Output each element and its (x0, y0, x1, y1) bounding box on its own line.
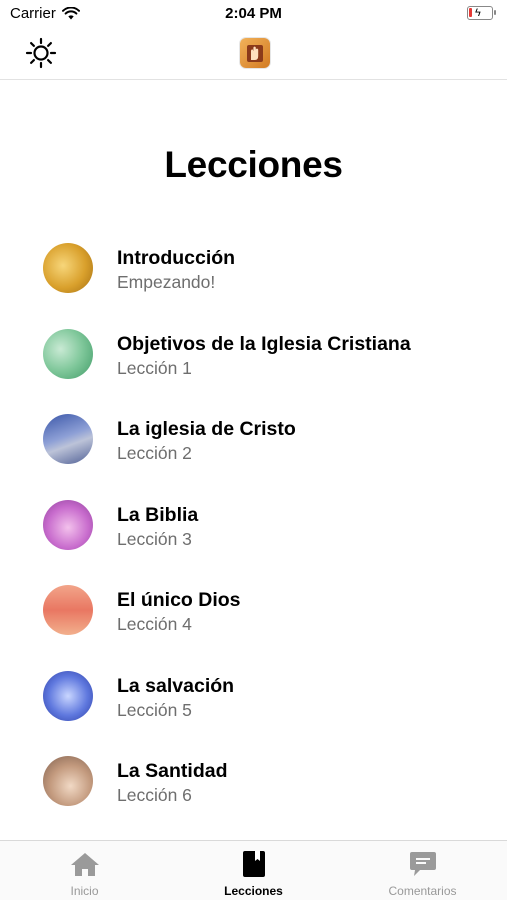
app-logo (240, 38, 270, 68)
charging-bolt-icon: ϟ (475, 7, 481, 19)
lesson-subtitle: Empezando! (117, 272, 216, 292)
lesson-title: Objetivos de la Iglesia Cristiana (117, 332, 411, 355)
lesson-title: La Biblia (117, 503, 199, 526)
lesson-thumbnail (43, 585, 93, 635)
lesson-thumbnail (43, 328, 93, 379)
tab-bar: Inicio Lecciones Comentarios (0, 840, 507, 900)
lesson-subtitle: Lección 4 (117, 614, 192, 634)
lesson-subtitle: Lección 1 (117, 357, 192, 378)
lesson-thumbnail (43, 499, 93, 550)
lesson-item-5[interactable]: La salvación Lección 5 (0, 664, 507, 750)
lesson-title: La Santidad (117, 760, 228, 782)
brightness-icon (25, 37, 57, 69)
raised-hand-icon (247, 45, 263, 62)
lesson-subtitle: Lección 6 (117, 785, 192, 805)
tab-lecciones[interactable]: Lecciones (169, 841, 338, 900)
lesson-title: La iglesia de Cristo (117, 418, 296, 440)
lesson-thumbnail (43, 414, 93, 464)
brightness-button[interactable] (24, 36, 58, 70)
comment-icon (408, 850, 438, 878)
tab-label: Comentarios (388, 884, 457, 898)
lesson-subtitle: Lección 3 (117, 528, 192, 549)
lesson-subtitle: Lección 5 (117, 699, 192, 720)
lesson-title: El único Dios (117, 589, 241, 611)
tab-inicio[interactable]: Inicio (0, 841, 169, 900)
tab-label: Inicio (70, 884, 99, 898)
page-title: Lecciones (164, 144, 343, 185)
lesson-title: Introducción (117, 247, 236, 269)
top-nav (0, 28, 507, 80)
lesson-item-1[interactable]: Objetivos de la Iglesia Cristiana Lecció… (0, 322, 507, 408)
tab-comentarios[interactable]: Comentarios (338, 841, 507, 900)
home-icon (70, 850, 100, 878)
status-bar: Carrier 2:04 PM ϟ (0, 0, 507, 28)
lesson-item-6[interactable]: La Santidad Lección 6 (0, 749, 507, 835)
lesson-list: Introducción Empezando! Objetivos de la … (0, 236, 507, 835)
status-time: 2:04 PM (225, 5, 282, 22)
lesson-thumbnail (43, 756, 93, 806)
lesson-thumbnail (43, 670, 93, 721)
book-icon (239, 850, 269, 878)
lesson-thumbnail (43, 243, 93, 293)
battery-level (469, 8, 472, 17)
lesson-item-4[interactable]: El único Dios Lección 4 (0, 578, 507, 664)
lesson-item-3[interactable]: La Biblia Lección 3 (0, 493, 507, 579)
lesson-item-2[interactable]: La iglesia de Cristo Lección 2 (0, 407, 507, 493)
lesson-subtitle: Lección 2 (117, 443, 192, 463)
lesson-title: La salvación (117, 674, 235, 697)
lesson-item-introduccion[interactable]: Introducción Empezando! (0, 236, 507, 322)
battery-icon: ϟ (467, 6, 496, 20)
tab-label: Lecciones (224, 884, 283, 898)
